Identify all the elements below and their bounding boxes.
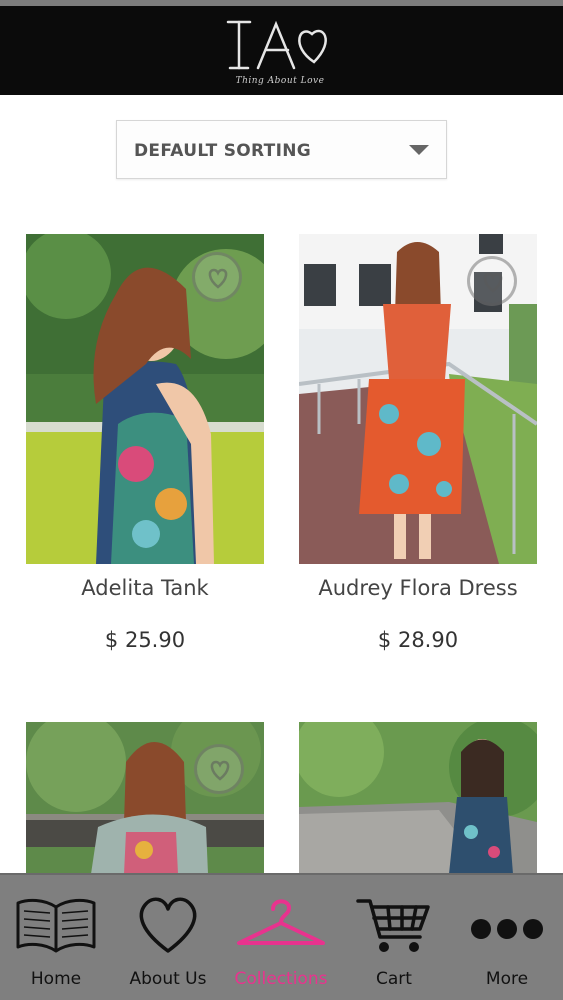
- heart-icon: [210, 760, 230, 781]
- tab-about-us[interactable]: About Us: [112, 875, 224, 1000]
- logo-tagline: Thing About Love: [235, 76, 325, 86]
- tab-collections[interactable]: Collections: [225, 875, 337, 1000]
- sort-dropdown[interactable]: DEFAULT SORTING: [116, 120, 447, 179]
- tab-label: More: [485, 969, 529, 989]
- product-image[interactable]: [299, 234, 537, 564]
- product-name[interactable]: Adelita Tank: [26, 576, 264, 600]
- tab-cart[interactable]: Cart: [338, 875, 450, 1000]
- product-name[interactable]: Audrey Flora Dress: [299, 576, 537, 600]
- sort-selected-value: DEFAULT SORTING: [134, 141, 311, 161]
- wishlist-button[interactable]: [192, 252, 242, 302]
- logo-mark-icon: [226, 20, 327, 70]
- tab-label: Collections: [234, 969, 328, 989]
- product-card[interactable]: Adelita Tank $ 25.90: [26, 234, 264, 652]
- chevron-down-icon: [409, 145, 429, 155]
- product-price: $ 28.90: [377, 628, 459, 652]
- tab-label: Home: [30, 969, 82, 989]
- product-card[interactable]: [299, 722, 537, 874]
- tab-label: About Us: [129, 969, 207, 989]
- tab-label: Cart: [376, 969, 412, 989]
- heart-icon: [483, 272, 503, 293]
- wishlist-button[interactable]: [467, 256, 517, 306]
- brand-logo[interactable]: Thing About Love: [210, 10, 350, 96]
- heart-icon: [139, 897, 197, 953]
- product-image[interactable]: [26, 234, 264, 564]
- wishlist-button[interactable]: [194, 744, 244, 794]
- tab-more[interactable]: More: [451, 875, 563, 1000]
- app-header: Thing About Love: [0, 0, 563, 95]
- product-price: $ 25.90: [104, 628, 186, 652]
- product-image[interactable]: [299, 722, 537, 874]
- product-card[interactable]: [26, 722, 264, 874]
- bottom-tab-bar: Home About Us Collections Cart More: [0, 873, 563, 1000]
- heart-icon: [208, 268, 228, 289]
- hanger-icon: [237, 899, 325, 945]
- product-card[interactable]: Audrey Flora Dress $ 28.90: [299, 234, 537, 652]
- tab-home[interactable]: Home: [0, 875, 112, 1000]
- more-dots-icon: [471, 919, 543, 939]
- cart-icon: [356, 899, 430, 952]
- book-icon: [16, 898, 96, 953]
- product-image[interactable]: [26, 722, 264, 874]
